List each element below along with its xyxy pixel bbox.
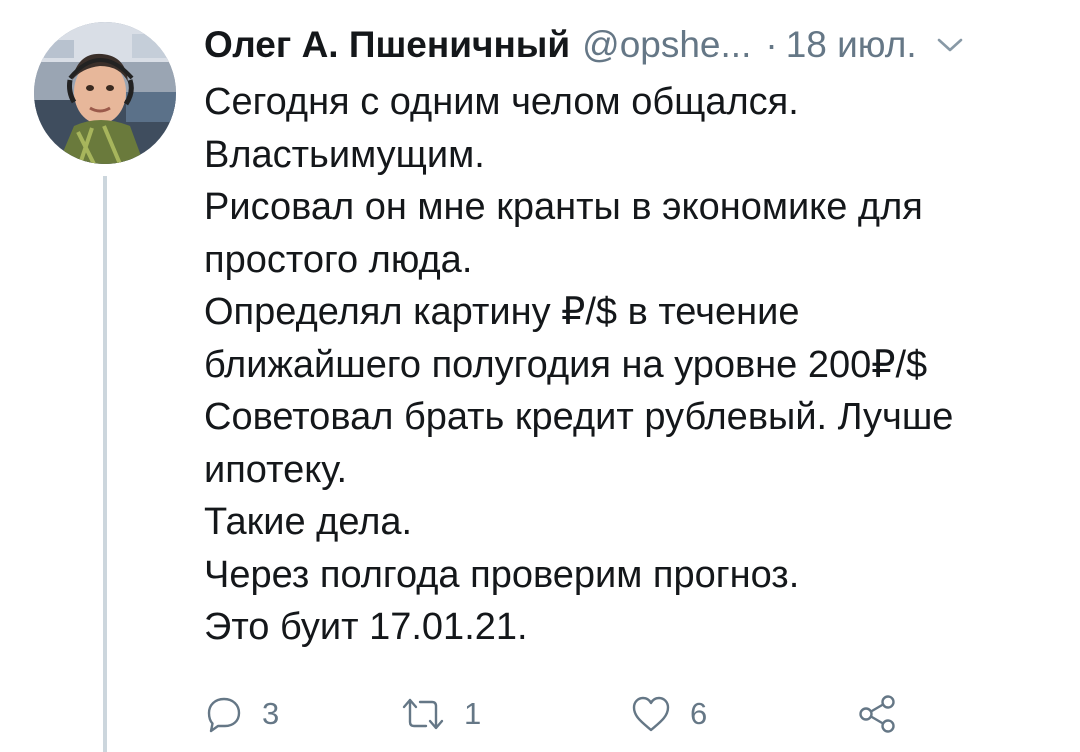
- tweet-header: Олег А. Пшеничный @opshe... · 18 июл.: [204, 22, 1064, 68]
- tweet-line: Властьимущим.: [204, 133, 485, 176]
- avatar[interactable]: [34, 22, 176, 164]
- share-icon: [859, 695, 895, 733]
- like-count: 6: [690, 696, 708, 731]
- retweet-icon: [402, 698, 444, 730]
- avatar-photo: [34, 22, 176, 164]
- reply-count: 3: [262, 696, 280, 731]
- retweet-button[interactable]: 1: [400, 690, 481, 738]
- author-handle[interactable]: @opshe...: [582, 22, 751, 68]
- tweet-line: ближайшего полугодия на уровне 200₽/$: [204, 343, 928, 386]
- tweet-line: Такие дела.: [204, 501, 413, 543]
- share-button[interactable]: [856, 690, 898, 738]
- author-name[interactable]: Олег А. Пшеничный: [204, 22, 570, 68]
- tweet-actions: 3 1 6: [204, 690, 964, 738]
- thread-line: [103, 176, 107, 752]
- tweet-line: Сегодня с одним челом общался.: [204, 81, 799, 123]
- tweet: Олег А. Пшеничный @opshe... · 18 июл. Се…: [0, 0, 1080, 752]
- heart-icon: [632, 696, 670, 732]
- tweet-text: Сегодня с одним челом общался. Властьиму…: [204, 76, 1064, 654]
- tweet-line: Советовал брать кредит рублевый. Лучше: [204, 396, 954, 438]
- reply-button[interactable]: 3: [204, 690, 279, 738]
- chevron-down-icon[interactable]: [937, 35, 963, 55]
- tweet-line: ипотеку.: [204, 448, 348, 491]
- separator-dot: ·: [765, 24, 778, 65]
- tweet-line: Определял картину ₽/$ в течение: [204, 291, 800, 333]
- tweet-line: Рисовал он мне кранты в экономике для: [204, 186, 923, 228]
- tweet-date[interactable]: 18 июл.: [786, 22, 917, 68]
- tweet-line: простого люда.: [204, 238, 473, 281]
- like-button[interactable]: 6: [630, 690, 707, 738]
- tweet-line: Это буит 17.01.21.: [204, 606, 528, 648]
- tweet-line: Через полгода проверим прогноз.: [204, 553, 800, 596]
- reply-icon: [207, 697, 241, 733]
- retweet-count: 1: [464, 696, 482, 731]
